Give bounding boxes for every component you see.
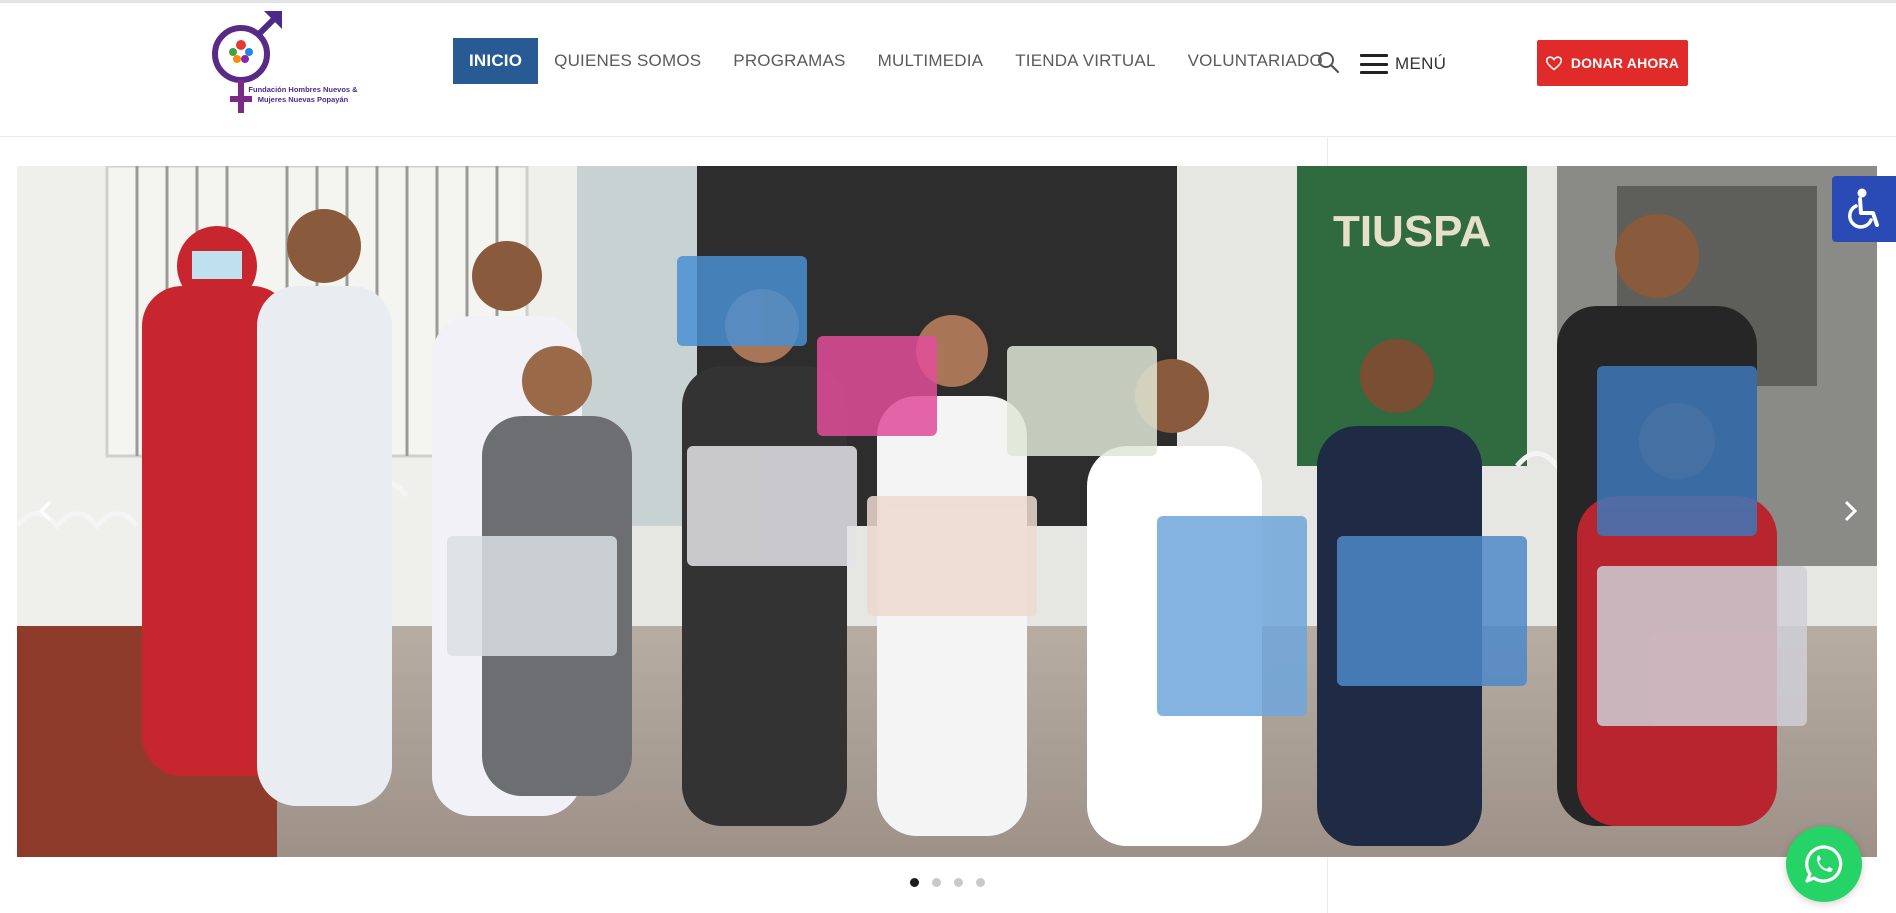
slider-dot-2[interactable] <box>932 878 941 887</box>
banner-text: TIUSPA <box>1333 207 1491 256</box>
chevron-left-icon <box>38 500 52 522</box>
nav-multimedia[interactable]: MULTIMEDIA <box>862 38 1000 84</box>
hamburger-icon <box>1360 54 1388 74</box>
nav-voluntariado[interactable]: VOLUNTARIADO <box>1172 38 1339 84</box>
donate-label: DONAR AHORA <box>1570 55 1680 71</box>
slider-prev-button[interactable] <box>31 496 61 526</box>
slider-next-button[interactable] <box>1835 496 1865 526</box>
site-logo[interactable]: Fundación Hombres Nuevos & Mujeres Nueva… <box>208 7 358 119</box>
nav-tienda-virtual[interactable]: TIENDA VIRTUAL <box>999 38 1171 84</box>
slider-dot-4[interactable] <box>976 878 985 887</box>
slide-photo: TIUSPA <box>17 166 1877 857</box>
main-nav: INICIO QUIENES SOMOS PROGRAMAS MULTIMEDI… <box>453 38 1339 84</box>
logo-text: Fundación Hombres Nuevos & Mujeres Nueva… <box>248 85 358 104</box>
nav-inicio[interactable]: INICIO <box>453 38 539 84</box>
menu-label: MENÚ <box>1395 54 1447 73</box>
whatsapp-button[interactable] <box>1786 826 1862 902</box>
donate-button[interactable]: DONAR AHORA <box>1537 40 1688 86</box>
menu-button[interactable]: MENÚ <box>1360 51 1446 77</box>
slider-dot-3[interactable] <box>954 878 963 887</box>
accessibility-button[interactable] <box>1832 176 1896 242</box>
slider-pagination <box>0 878 1896 890</box>
whatsapp-icon <box>1805 845 1843 883</box>
nav-quienes-somos[interactable]: QUIENES SOMOS <box>538 38 717 84</box>
site-header: Fundación Hombres Nuevos & Mujeres Nueva… <box>0 3 1896 137</box>
nav-programas[interactable]: PROGRAMAS <box>717 38 861 84</box>
slider-dot-1[interactable] <box>910 878 919 887</box>
chevron-right-icon <box>1844 500 1858 522</box>
heart-icon <box>1545 55 1562 71</box>
wheelchair-icon <box>1848 188 1879 229</box>
search-icon[interactable] <box>1316 50 1340 74</box>
hero-slider: TIUSPA <box>17 166 1877 857</box>
